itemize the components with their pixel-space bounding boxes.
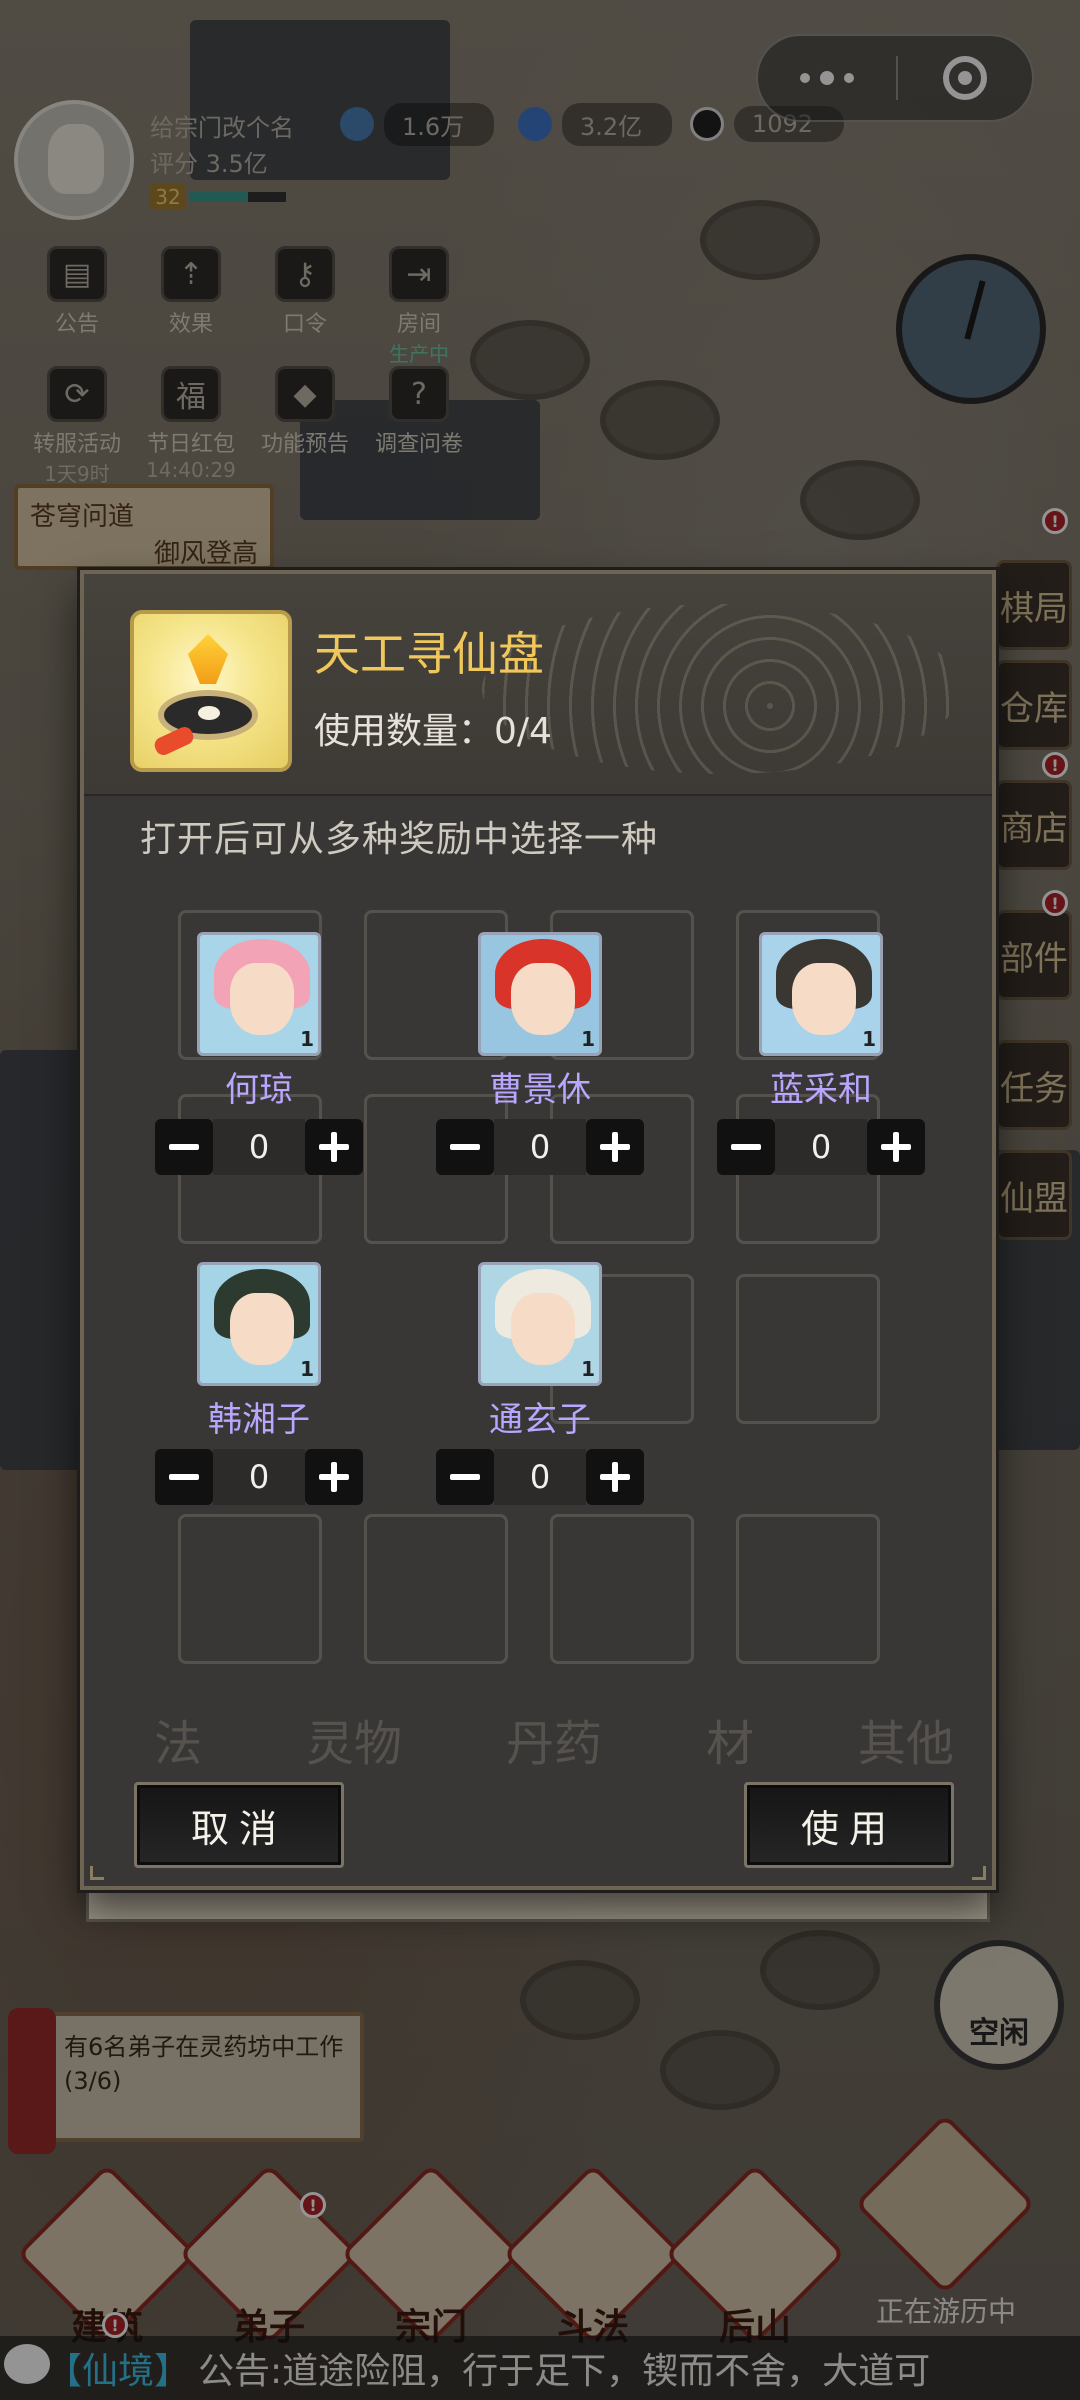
character-level: 1 [300, 1357, 314, 1381]
category-label: 丹药 [505, 1716, 602, 1772]
character-name: 曹景休 [489, 1070, 591, 1110]
face [792, 963, 856, 1035]
face [230, 1293, 294, 1365]
cancel-button[interactable]: 取消 [134, 1782, 344, 1868]
quantity-stepper: 0 [435, 1119, 645, 1175]
character-name: 何琼 [225, 1070, 293, 1110]
quantity-value[interactable]: 0 [213, 1119, 305, 1175]
increment-button[interactable] [305, 1449, 363, 1505]
inventory-slot-ghost [178, 1514, 322, 1664]
quantity-value[interactable]: 0 [775, 1119, 867, 1175]
character-name: 蓝采和 [770, 1070, 872, 1110]
inventory-slot-ghost [736, 1274, 880, 1424]
corner-ornament [972, 1866, 986, 1880]
character-portrait[interactable]: 1 [197, 1262, 321, 1386]
quantity-stepper: 0 [435, 1449, 645, 1505]
flame-icon [188, 634, 228, 684]
corner-ornament [90, 1866, 104, 1880]
face [230, 963, 294, 1035]
increment-button[interactable] [305, 1119, 363, 1175]
decrement-button[interactable] [436, 1119, 494, 1175]
dialog-header: 天工寻仙盘 使用数量：0/4 [84, 574, 992, 796]
decrement-button[interactable] [717, 1119, 775, 1175]
category-tabs-ghost: 法 灵物 丹药 材 其他 [154, 1704, 954, 1774]
item-image [130, 610, 292, 772]
item-description: 打开后可从多种奖励中选择一种 [140, 819, 659, 860]
quantity-value[interactable]: 0 [213, 1449, 305, 1505]
quantity-stepper: 0 [716, 1119, 926, 1175]
character-portrait[interactable]: 1 [197, 932, 321, 1056]
reward-option[interactable]: 1 曹景休 0 [435, 932, 645, 1175]
item-use-dialog: 天工寻仙盘 使用数量：0/4 打开后可从多种奖励中选择一种 1 何琼 0 1 曹… [80, 570, 996, 1890]
inventory-slot-ghost [550, 1514, 694, 1664]
quantity-stepper: 0 [154, 1119, 364, 1175]
character-level: 1 [581, 1027, 595, 1051]
face [511, 1293, 575, 1365]
character-portrait[interactable]: 1 [478, 932, 602, 1056]
category-label: 材 [705, 1716, 754, 1772]
usage-count: 使用数量：0/4 [314, 711, 552, 752]
increment-button[interactable] [867, 1119, 925, 1175]
decrement-button[interactable] [155, 1449, 213, 1505]
category-label: 其他 [857, 1716, 954, 1772]
quantity-value[interactable]: 0 [494, 1119, 586, 1175]
character-level: 1 [581, 1357, 595, 1381]
character-level: 1 [862, 1027, 876, 1051]
character-portrait[interactable]: 1 [759, 932, 883, 1056]
quantity-value[interactable]: 0 [494, 1449, 586, 1505]
character-name: 通玄子 [489, 1400, 591, 1440]
reward-option[interactable]: 1 蓝采和 0 [716, 932, 926, 1175]
quantity-stepper: 0 [154, 1449, 364, 1505]
decrement-button[interactable] [155, 1119, 213, 1175]
character-level: 1 [300, 1027, 314, 1051]
use-button[interactable]: 使用 [744, 1782, 954, 1868]
category-label: 法 [154, 1716, 203, 1772]
reward-option[interactable]: 1 通玄子 0 [435, 1262, 645, 1505]
increment-button[interactable] [586, 1449, 644, 1505]
wave-pattern [482, 604, 962, 774]
inventory-slot-ghost [736, 1514, 880, 1664]
decrement-button[interactable] [436, 1449, 494, 1505]
reward-option[interactable]: 1 何琼 0 [154, 932, 364, 1175]
face [511, 963, 575, 1035]
category-label: 灵物 [305, 1716, 402, 1772]
character-portrait[interactable]: 1 [478, 1262, 602, 1386]
item-name: 天工寻仙盘 [314, 627, 544, 681]
character-name: 韩湘子 [208, 1400, 310, 1440]
reward-option[interactable]: 1 韩湘子 0 [154, 1262, 364, 1505]
inventory-slot-ghost [364, 1514, 508, 1664]
increment-button[interactable] [586, 1119, 644, 1175]
